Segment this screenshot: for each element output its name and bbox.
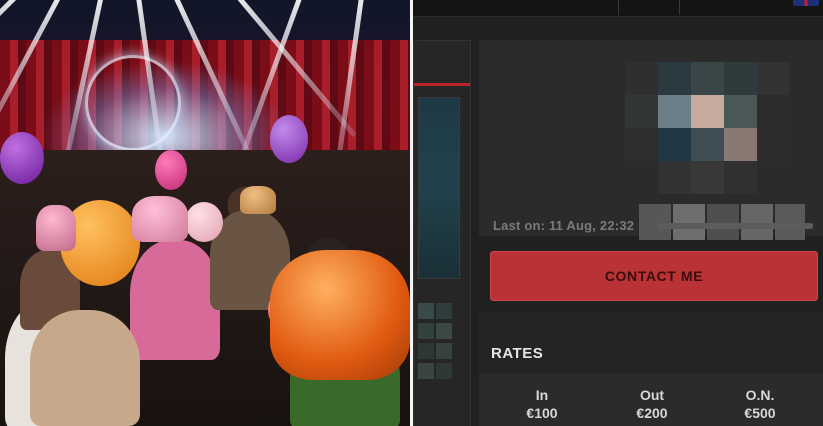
white-balloon xyxy=(185,202,223,242)
avatar-pixelated[interactable] xyxy=(625,62,817,194)
pixelated-thumbnail xyxy=(418,323,434,339)
pixelated-thumbnail xyxy=(436,363,452,379)
nav-item-login[interactable] xyxy=(618,0,679,15)
gallery-panel xyxy=(413,40,471,426)
rate-in: In €100 xyxy=(497,386,587,422)
pixelated-thumbnail xyxy=(418,343,434,359)
stage-ring xyxy=(85,55,181,151)
rate-value: €100 xyxy=(526,405,558,421)
rate-value: €200 xyxy=(636,405,668,421)
uk-flag-icon[interactable] xyxy=(793,0,819,6)
rates-row: In €100 Out €200 O.N. €500 xyxy=(479,374,823,426)
concert-photo xyxy=(0,0,410,426)
redacted-bar xyxy=(658,223,813,229)
rate-label: Out xyxy=(639,387,665,403)
contact-me-button[interactable]: CONTACT ME xyxy=(490,251,818,301)
rate-out: Out €200 xyxy=(607,386,697,422)
rate-overnight: O.N. €500 xyxy=(715,386,805,422)
pink-hat xyxy=(132,196,188,242)
panel-accent-line xyxy=(414,83,470,86)
rates-section: RATES In €100 Out €200 O.N. €500 xyxy=(479,312,823,426)
name-pixelated xyxy=(639,204,805,240)
pink-balloon xyxy=(155,150,187,190)
rate-value: €500 xyxy=(744,405,776,421)
pixelated-thumbnail xyxy=(436,323,452,339)
gold-hat xyxy=(240,186,276,214)
rate-label: O.N. xyxy=(745,387,775,403)
pixelated-thumbnail xyxy=(436,343,452,359)
pixelated-thumbnail xyxy=(418,303,434,319)
profile-card xyxy=(479,40,823,240)
pink-hat xyxy=(36,205,76,251)
audience-member xyxy=(30,310,140,426)
rate-label: In xyxy=(535,387,549,403)
audience-member xyxy=(130,240,220,360)
nav-item-signup[interactable] xyxy=(679,0,790,15)
gallery-thumbnail[interactable] xyxy=(418,97,460,279)
purple-balloon xyxy=(0,132,44,184)
top-nav-bar xyxy=(413,0,823,17)
pixelated-thumbnail xyxy=(436,303,452,319)
pixelated-thumbnail xyxy=(418,363,434,379)
orange-sequin-hat xyxy=(270,250,410,380)
last-online-label: Last on: 11 Aug, 22:32 xyxy=(493,218,635,233)
rates-title: RATES xyxy=(491,345,544,362)
profile-page: Last on: 11 Aug, 22:32 CONTACT ME RATES … xyxy=(413,0,823,426)
purple-balloon xyxy=(270,115,308,163)
